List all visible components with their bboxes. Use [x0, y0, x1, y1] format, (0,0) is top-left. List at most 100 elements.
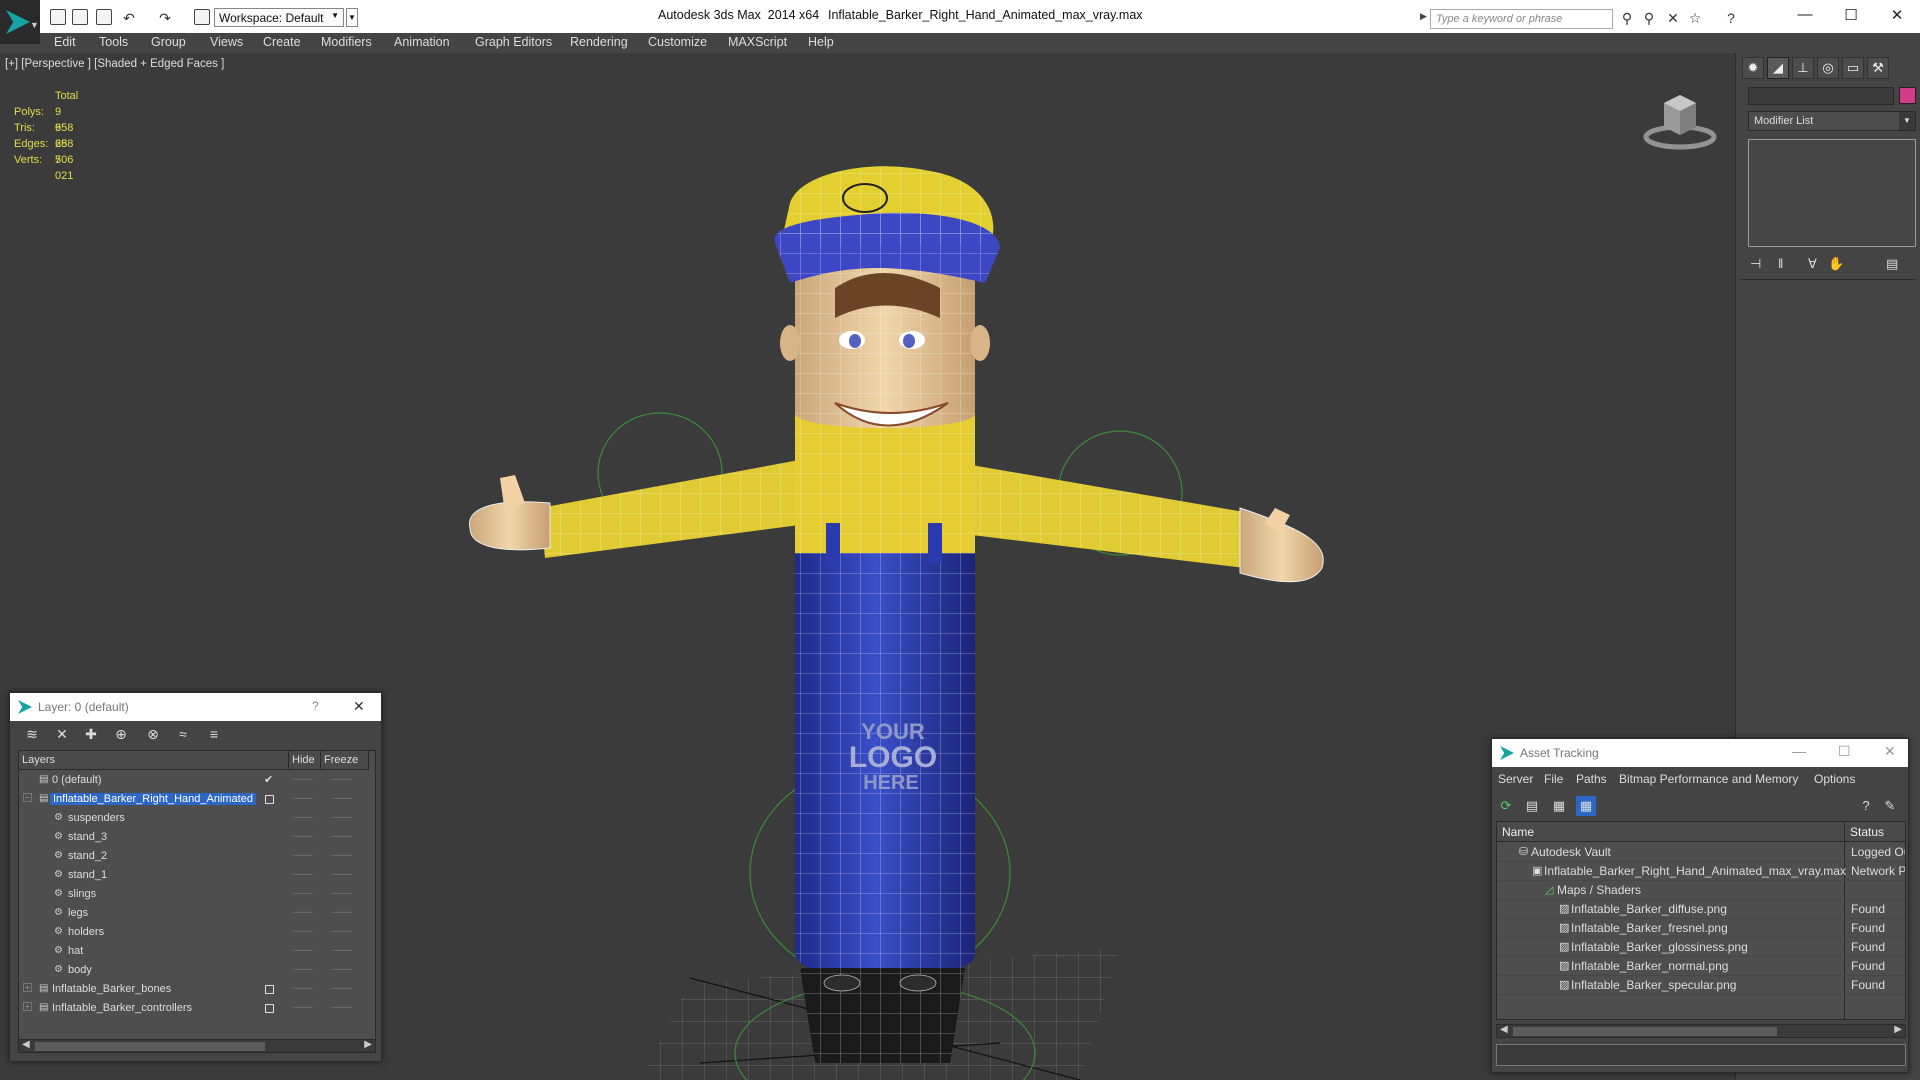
hide-toggle[interactable]: —— [293, 812, 313, 823]
horizontal-scrollbar[interactable]: ◀ ▶ [1496, 1024, 1906, 1038]
utilities-tab-icon[interactable]: ⚒ [1867, 57, 1889, 79]
binoculars-icon[interactable]: ⚲ [1618, 10, 1636, 26]
hide-toggle[interactable]: —— [293, 983, 313, 994]
freeze-toggle[interactable]: —— [332, 907, 352, 918]
hide-toggle[interactable]: —— [293, 831, 313, 842]
asset-row[interactable]: ▨ Inflatable_Barker_specular.png Found [1497, 976, 1905, 995]
freeze-toggle[interactable]: —— [332, 774, 352, 785]
create-layer-icon[interactable]: ✚ [81, 724, 101, 744]
hide-toggle[interactable]: —— [293, 964, 313, 975]
hide-toggle[interactable]: —— [293, 850, 313, 861]
col-status[interactable]: Status [1845, 822, 1905, 842]
modifier-list-dropdown[interactable]: Modifier List ▼ [1748, 111, 1916, 131]
hide-toggle[interactable]: —— [293, 869, 313, 880]
col-hide[interactable]: Hide [289, 751, 321, 770]
help-icon[interactable]: ? [1722, 10, 1740, 26]
settings-icon[interactable]: ✎ [1880, 796, 1900, 816]
menu-graph-editors[interactable]: Graph Editors [475, 35, 552, 49]
layer-row[interactable]: + ▤ Inflatable_Barker_controllers —— —— [19, 999, 369, 1018]
communication-center-icon[interactable]: ✕ [1664, 10, 1682, 26]
scroll-left-icon[interactable]: ◀ [22, 1039, 30, 1050]
hierarchy-tab-icon[interactable]: ⊥ [1792, 57, 1814, 79]
redo-icon[interactable]: ↷ [156, 10, 174, 26]
modifier-stack[interactable] [1748, 139, 1916, 247]
menu-bitmap-performance[interactable]: Bitmap Performance and Memory [1619, 772, 1798, 786]
horizontal-scrollbar[interactable]: ◀ ▶ [18, 1039, 376, 1053]
freeze-toggle[interactable]: —— [332, 964, 352, 975]
current-layer-checkbox[interactable] [265, 985, 274, 994]
menu-options[interactable]: Options [1814, 772, 1855, 786]
set-current-layer-icon[interactable]: ≈ [173, 724, 193, 744]
display-tab-icon[interactable]: ▭ [1842, 57, 1864, 79]
scroll-right-icon[interactable]: ▶ [364, 1039, 372, 1050]
layer-row[interactable]: ⚙ stand_2 —— —— [19, 847, 369, 866]
new-file-icon[interactable] [50, 9, 66, 25]
menu-modifiers[interactable]: Modifiers [321, 35, 372, 49]
viewcube-icon[interactable] [1640, 83, 1720, 153]
scroll-left-icon[interactable]: ◀ [1500, 1024, 1508, 1035]
menu-customize[interactable]: Customize [648, 35, 707, 49]
viewport-label[interactable]: [+] [Perspective ] [Shaded + Edged Faces… [5, 58, 224, 70]
asset-row[interactable]: ▣ Inflatable_Barker_Right_Hand_Animated_… [1497, 862, 1905, 881]
scrollbar-thumb[interactable] [1513, 1027, 1777, 1036]
freeze-toggle[interactable]: —— [332, 869, 352, 880]
table-view-icon[interactable]: ▦ [1576, 796, 1596, 816]
search-expand-icon[interactable]: ▶ [1420, 11, 1427, 22]
menu-edit[interactable]: Edit [54, 35, 76, 49]
layer-row[interactable]: ⚙ legs —— —— [19, 904, 369, 923]
menu-create[interactable]: Create [263, 35, 301, 49]
freeze-toggle[interactable]: —— [332, 812, 352, 823]
search-options-icon[interactable]: ⚲ [1640, 10, 1658, 26]
undo-icon[interactable]: ↶ [120, 10, 138, 26]
save-file-icon[interactable] [96, 9, 112, 25]
hide-toggle[interactable]: —— [293, 1002, 313, 1013]
detail-view-icon[interactable]: ▦ [1549, 796, 1569, 816]
layer-row[interactable]: ⚙ suspenders —— —— [19, 809, 369, 828]
freeze-toggle[interactable]: —— [332, 793, 352, 804]
menu-animation[interactable]: Animation [394, 35, 450, 49]
layer-row[interactable]: ⚙ body —— —— [19, 961, 369, 980]
current-layer-checkbox[interactable] [265, 795, 274, 804]
asset-row[interactable]: ◿ Maps / Shaders [1497, 881, 1905, 900]
open-file-icon[interactable] [72, 9, 88, 25]
col-layers[interactable]: Layers [19, 751, 289, 770]
list-view-icon[interactable]: ▤ [1522, 796, 1542, 816]
configure-modifier-sets-icon[interactable]: ▤ [1886, 256, 1898, 272]
layer-row[interactable]: + ▤ Inflatable_Barker_bones —— —— [19, 980, 369, 999]
close-button[interactable]: ✕ [1887, 6, 1907, 26]
asset-row[interactable]: ⛁ Autodesk Vault Logged Out [1497, 843, 1905, 862]
scrollbar-thumb[interactable] [35, 1042, 265, 1051]
layer-window-titlebar[interactable]: Layer: 0 (default) ? ✕ [10, 693, 381, 721]
object-color-swatch[interactable] [1899, 87, 1916, 104]
add-to-layer-icon[interactable]: ⊕ [111, 724, 131, 744]
layer-row[interactable]: ⚙ stand_1 —— —— [19, 866, 369, 885]
project-folder-icon[interactable] [194, 9, 210, 25]
close-button[interactable]: ✕ [353, 698, 365, 715]
select-layer-icon[interactable]: ⊗ [143, 724, 163, 744]
help-button[interactable]: ? [312, 699, 319, 713]
hide-toggle[interactable]: —— [293, 888, 313, 899]
asset-row[interactable]: ▨ Inflatable_Barker_fresnel.png Found [1497, 919, 1905, 938]
freeze-toggle[interactable]: —— [332, 888, 352, 899]
remove-modifier-icon[interactable]: ✋ [1828, 256, 1844, 272]
layer-row[interactable]: ⚙ hat —— —— [19, 942, 369, 961]
freeze-toggle[interactable]: —— [332, 945, 352, 956]
menu-rendering[interactable]: Rendering [570, 35, 628, 49]
hide-all-layers-icon[interactable]: ≡ [204, 724, 224, 744]
layer-row[interactable]: ⚙ slings —— —— [19, 885, 369, 904]
menu-server[interactable]: Server [1498, 772, 1533, 786]
app-menu-button[interactable]: ▼ [0, 0, 40, 44]
hide-toggle[interactable]: —— [293, 907, 313, 918]
menu-paths[interactable]: Paths [1576, 772, 1607, 786]
freeze-toggle[interactable]: —— [332, 850, 352, 861]
maximize-button[interactable]: ☐ [1838, 743, 1851, 760]
object-name-field[interactable] [1748, 87, 1894, 105]
refresh-icon[interactable]: ⟳ [1496, 796, 1516, 816]
menu-views[interactable]: Views [210, 35, 243, 49]
hide-toggle[interactable]: —— [293, 793, 313, 804]
asset-row[interactable]: ▨ Inflatable_Barker_glossiness.png Found [1497, 938, 1905, 957]
expand-icon[interactable]: + [23, 983, 32, 992]
menu-tools[interactable]: Tools [99, 35, 128, 49]
help-icon[interactable]: ? [1856, 796, 1876, 816]
layer-row[interactable]: ⚙ stand_3 —— —— [19, 828, 369, 847]
